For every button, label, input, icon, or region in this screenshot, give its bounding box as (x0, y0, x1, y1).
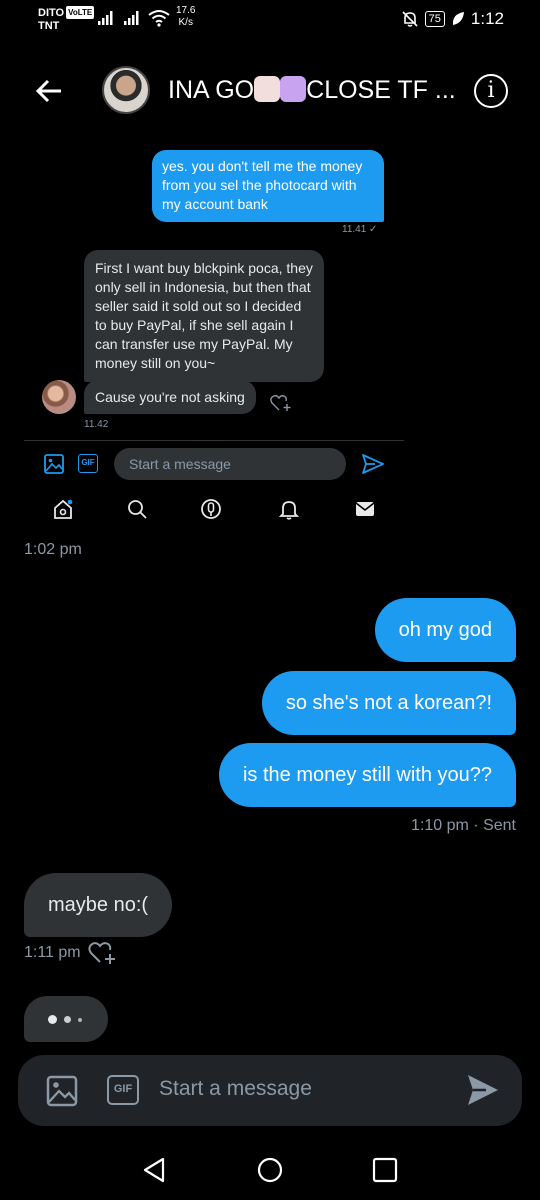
net-speed: 17.6 K/s (176, 5, 195, 29)
back-arrow-icon[interactable] (34, 76, 64, 106)
gif-icon: GIF (78, 454, 98, 473)
carrier-name: DITO (38, 7, 65, 19)
embed-avatar (42, 380, 76, 414)
outgoing-message[interactable]: is the money still with you?? (218, 743, 516, 807)
typing-dot (78, 1018, 82, 1022)
volte-badge: VoLTE (66, 6, 95, 19)
net-speed-unit: K/s (178, 17, 193, 28)
sent-status: 1:10 pm · Sent (411, 817, 516, 834)
status-time: 1:12 (470, 9, 504, 28)
typing-dot (48, 1015, 57, 1024)
typing-indicator (24, 996, 108, 1042)
heart-plus-icon[interactable] (88, 940, 116, 966)
avatar[interactable] (102, 66, 150, 114)
title-part-1: INA GO (168, 76, 255, 104)
message-timestamp: 1:02 pm (24, 541, 82, 558)
embed-message-input: Start a message (114, 448, 346, 480)
system-nav-bar (0, 1140, 540, 1200)
status-right: 75 1:12 (401, 9, 504, 29)
status-bar: DITO VoLTE TNT 17.6 K/s 75 1:12 (0, 0, 540, 40)
nav-back-icon[interactable] (141, 1156, 169, 1184)
incoming-message[interactable]: maybe no:( (24, 873, 173, 937)
battery-indicator: 75 (424, 11, 445, 27)
signal-icon-2 (124, 11, 139, 25)
embed-tab-bar (24, 494, 404, 524)
embed-incoming-message: First I want buy blckpink poca, they onl… (84, 250, 324, 382)
bell-icon (278, 498, 300, 520)
incoming-time: 1:11 pm (24, 944, 81, 961)
conversation-title[interactable]: INA GO CLOSE TF ... (168, 76, 456, 105)
nav-home-icon[interactable] (256, 1156, 284, 1184)
media-icon (44, 454, 64, 474)
title-part-2: CLOSE TF ... (306, 76, 456, 104)
media-icon[interactable] (46, 1075, 78, 1107)
embed-outgoing-message: yes. you don't tell me the money from yo… (152, 150, 384, 222)
typing-dot (64, 1016, 71, 1023)
embedded-screenshot: yes. you don't tell me the money from yo… (24, 140, 404, 530)
send-icon (362, 454, 384, 474)
net-speed-value: 17.6 (176, 5, 196, 16)
unicorn-emoji-icon (280, 76, 307, 102)
outgoing-message[interactable]: oh my god (374, 598, 516, 662)
embed-outgoing-time: 11.41 ✓ (342, 224, 378, 235)
embed-incoming-message-2: Cause you're not asking (84, 380, 256, 414)
message-input[interactable]: Start a message (159, 1077, 312, 1101)
embed-incoming-time: 11.42 (84, 419, 109, 430)
woman-emoji-icon (254, 76, 281, 102)
message-composer: GIF Start a message (18, 1055, 522, 1126)
divider (24, 440, 404, 441)
gif-button[interactable]: GIF (107, 1075, 139, 1105)
home-icon (52, 498, 74, 520)
wifi-icon (148, 10, 170, 27)
outgoing-message[interactable]: so she's not a korean?! (261, 671, 516, 735)
heart-plus-icon (270, 395, 291, 411)
info-icon[interactable]: i (474, 74, 508, 108)
carrier-name-2: TNT (38, 20, 60, 32)
search-icon (126, 498, 148, 520)
embed-composer: GIF Start a message (24, 446, 404, 482)
nav-recents-icon[interactable] (371, 1156, 399, 1184)
conversation-header: INA GO CLOSE TF ... i (0, 60, 540, 124)
send-icon[interactable] (466, 1073, 500, 1107)
signal-icon (98, 11, 113, 25)
mail-icon (354, 498, 376, 520)
spaces-icon (200, 498, 222, 520)
carrier-info: DITO VoLTE TNT (38, 6, 95, 33)
mute-bell-icon (402, 11, 418, 27)
leaf-icon (452, 12, 464, 25)
